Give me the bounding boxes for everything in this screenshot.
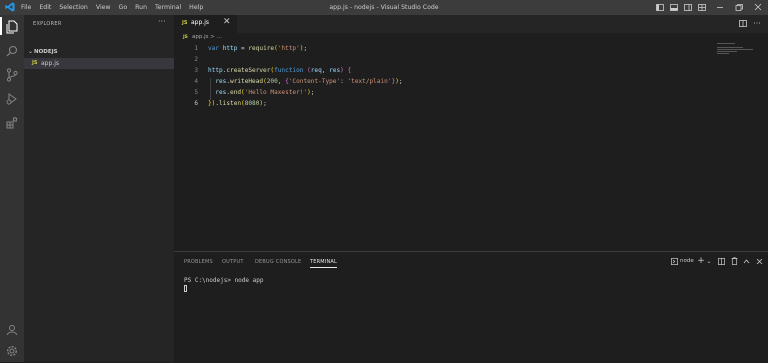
editor-tab-bar: JS app.js ✕ ··· bbox=[174, 15, 768, 33]
trash-icon[interactable] bbox=[730, 256, 738, 266]
restore-icon[interactable] bbox=[734, 2, 744, 12]
menu-selection[interactable]: Selection bbox=[59, 4, 88, 11]
customize-layout-icon[interactable] bbox=[697, 2, 707, 12]
close-window-icon[interactable] bbox=[753, 2, 763, 12]
file-item-app-js[interactable]: JS app.js bbox=[24, 58, 174, 69]
chevron-down-icon[interactable]: ⌄ bbox=[706, 256, 712, 266]
active-tab-underline bbox=[310, 267, 337, 268]
explorer-sidebar: EXPLORER ··· ⌄ NODEJS JS app.js bbox=[24, 15, 174, 362]
line-number: 1 bbox=[194, 45, 198, 52]
line-number: 6 bbox=[194, 100, 198, 107]
tab-debug-console[interactable]: DEBUG CONSOLE bbox=[255, 259, 301, 265]
tab-app-js[interactable]: JS app.js ✕ bbox=[174, 15, 237, 33]
explorer-header: EXPLORER bbox=[33, 21, 62, 27]
code-line-3: http.createServer(function (req, res) { bbox=[208, 67, 352, 74]
new-terminal-icon[interactable]: + bbox=[697, 256, 705, 266]
terminal-shell-icon[interactable] bbox=[670, 256, 678, 266]
search-icon[interactable] bbox=[4, 43, 20, 59]
menu-view[interactable]: View bbox=[96, 4, 111, 11]
line-number: 4 bbox=[194, 78, 198, 85]
extensions-icon[interactable] bbox=[4, 115, 20, 131]
close-tab-icon[interactable]: ✕ bbox=[223, 17, 231, 27]
minimap[interactable] bbox=[717, 43, 765, 57]
breadcrumb: JS app.js > ... bbox=[174, 33, 768, 43]
code-line-6: }).listen(8080); bbox=[208, 100, 267, 107]
chevron-down-icon: ⌄ bbox=[28, 48, 34, 55]
line-number: 5 bbox=[194, 89, 198, 96]
active-indicator bbox=[0, 17, 2, 35]
source-control-icon[interactable] bbox=[4, 67, 20, 83]
terminal-name[interactable]: node bbox=[680, 256, 694, 266]
more-actions-icon[interactable]: ··· bbox=[752, 18, 762, 28]
menu-bar: File Edit Selection View Go Run Terminal… bbox=[21, 0, 211, 15]
bottom-panel: PROBLEMS OUTPUT DEBUG CONSOLE TERMINAL n… bbox=[174, 251, 768, 363]
terminal-output[interactable]: PS C:\nodejs> node app bbox=[184, 277, 263, 284]
folder-label: NODEJS bbox=[34, 49, 58, 55]
folder-nodejs[interactable]: ⌄ NODEJS bbox=[24, 48, 174, 57]
vscode-logo-icon bbox=[5, 2, 15, 12]
run-debug-icon[interactable] bbox=[4, 91, 20, 107]
toggle-panel-icon[interactable] bbox=[669, 2, 679, 12]
toggle-secondary-sidebar-icon[interactable] bbox=[683, 2, 693, 12]
maximize-panel-icon[interactable] bbox=[742, 256, 750, 266]
code-editor[interactable]: 1 2 3 4 5 6 var http = require('http'); … bbox=[174, 43, 768, 251]
menu-edit[interactable]: Edit bbox=[39, 4, 51, 11]
menu-file[interactable]: File bbox=[21, 4, 31, 11]
explorer-more-actions-icon[interactable]: ··· bbox=[158, 17, 166, 26]
settings-gear-icon[interactable] bbox=[4, 343, 20, 359]
activity-bar bbox=[0, 15, 24, 362]
split-editor-icon[interactable] bbox=[738, 18, 748, 28]
breadcrumb-path[interactable]: app.js > ... bbox=[192, 34, 222, 40]
code-line-4: res.writeHead(200, {'Content-Type': 'tex… bbox=[215, 78, 403, 85]
account-icon[interactable] bbox=[4, 322, 20, 338]
js-file-icon: JS bbox=[182, 20, 188, 26]
toggle-sidebar-icon[interactable] bbox=[655, 2, 665, 12]
menu-run[interactable]: Run bbox=[135, 4, 147, 11]
js-file-icon: JS bbox=[183, 35, 188, 40]
menu-terminal[interactable]: Terminal bbox=[155, 4, 181, 11]
tab-output[interactable]: OUTPUT bbox=[222, 259, 244, 265]
tab-problems[interactable]: PROBLEMS bbox=[184, 259, 213, 265]
title-bar: File Edit Selection View Go Run Terminal… bbox=[0, 0, 768, 15]
js-file-icon: JS bbox=[32, 60, 38, 66]
minimize-icon[interactable] bbox=[715, 2, 725, 12]
menu-help[interactable]: Help bbox=[189, 4, 203, 11]
code-line-5: res.end('Hello Maxester!'); bbox=[215, 89, 315, 96]
tab-terminal[interactable]: TERMINAL bbox=[310, 259, 337, 265]
file-name: app.js bbox=[41, 60, 59, 67]
explorer-icon[interactable] bbox=[4, 19, 20, 35]
terminal-cursor bbox=[184, 285, 187, 292]
line-number: 2 bbox=[194, 56, 198, 63]
line-number: 3 bbox=[194, 67, 198, 74]
close-panel-icon[interactable] bbox=[755, 256, 763, 266]
tab-label: app.js bbox=[191, 19, 209, 26]
split-terminal-icon[interactable] bbox=[717, 256, 725, 266]
menu-go[interactable]: Go bbox=[119, 4, 128, 11]
code-line-1: var http = require('http'); bbox=[208, 45, 308, 52]
